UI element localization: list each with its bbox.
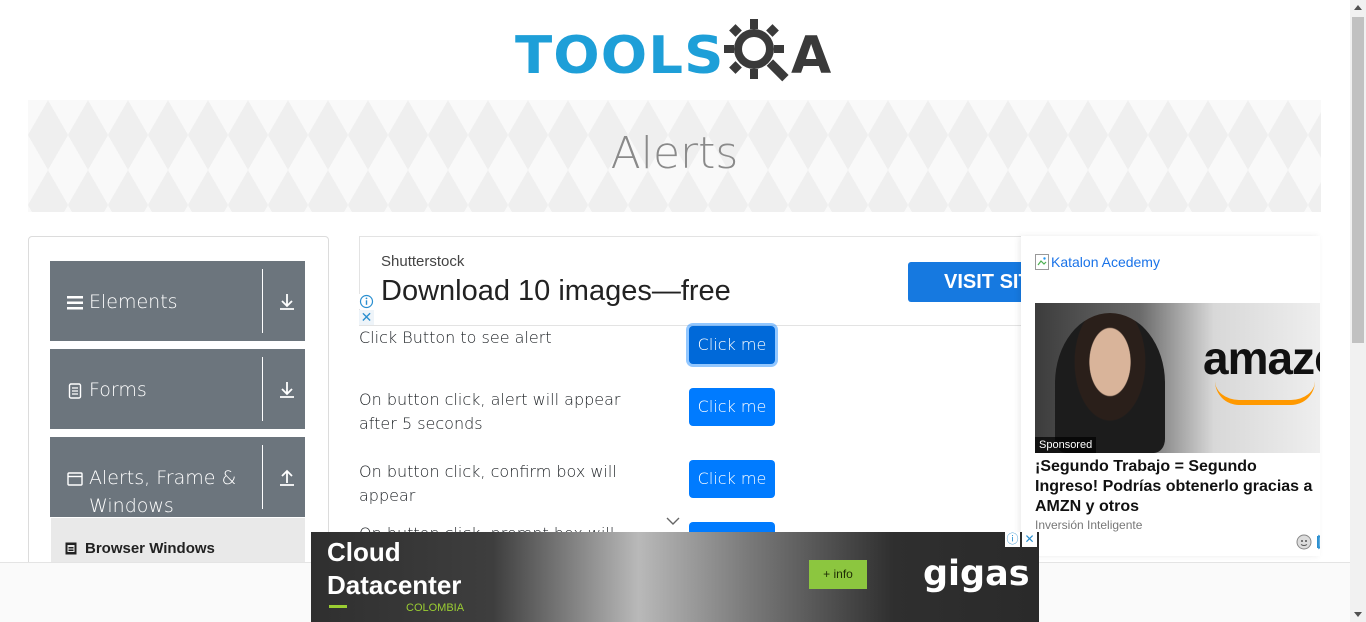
ad-brand-logo: gigas — [923, 554, 1030, 594]
ad-info-icon[interactable]: ⓘ — [1005, 532, 1020, 547]
document-icon — [68, 383, 82, 399]
image-brand-text: amazon — [1203, 332, 1320, 384]
sidebar-item-label: Browser Windows — [85, 540, 215, 557]
ad-brand: Shutterstock — [381, 253, 465, 270]
scrollbar-thumb[interactable] — [1352, 17, 1364, 343]
broken-image-icon — [1035, 254, 1049, 270]
ad-headline: Download 10 images—free — [381, 275, 731, 307]
confirm-button[interactable]: Click me — [689, 460, 775, 498]
top-ad-banner[interactable]: Shutterstock Download 10 images—free VIS… — [359, 236, 1021, 326]
ad-info-icon[interactable] — [359, 294, 374, 309]
ad-choices-icon[interactable] — [1316, 534, 1320, 550]
download-arrow-icon[interactable] — [278, 293, 296, 311]
ad-choices-face-icon[interactable] — [1296, 534, 1312, 550]
ad-footer-icons — [1296, 534, 1320, 550]
broken-image-link[interactable]: Katalon Acedemy — [1035, 254, 1160, 270]
ad-country: COLOMBIA — [406, 602, 465, 614]
page-title: Alerts — [610, 128, 739, 179]
person-photo — [1055, 313, 1165, 453]
divider — [262, 445, 263, 509]
logo-suffix: A — [791, 26, 832, 86]
browser-icon — [65, 542, 77, 555]
ad-headline-line1: Cloud — [327, 537, 401, 567]
divider — [262, 269, 263, 333]
sponsored-label: Sponsored — [1035, 437, 1097, 453]
sidebar-group-label: Elements — [89, 291, 178, 313]
sidebar-item-browser-windows[interactable]: Browser Windows — [65, 540, 215, 557]
ad-close-icon[interactable]: ✕ — [1022, 532, 1037, 547]
ad-controls: ⓘ ✕ — [1005, 532, 1037, 547]
hamburger-icon — [67, 296, 83, 310]
bottom-ad-banner[interactable]: Cloud Datacenter COLOMBIA + info gigas ⓘ… — [311, 532, 1039, 622]
window-icon — [67, 472, 83, 486]
scroll-down-arrow-icon[interactable] — [1354, 612, 1362, 617]
alert-button[interactable]: Click me — [689, 326, 775, 364]
ad-image[interactable]: amazon Sponsored — [1035, 303, 1320, 453]
sidebar-group-label: Alerts, Frame & Windows — [89, 467, 237, 517]
ad-headline: Cloud Datacenter — [327, 536, 461, 602]
ad-title-link[interactable]: ¡Segundo Trabajo = Segundo Ingreso! Podr… — [1035, 457, 1315, 517]
image-alt-text: Katalon Acedemy — [1051, 254, 1160, 270]
ad-source: Inversión Inteligente — [1035, 518, 1143, 532]
sidebar-group-alerts-frame-windows[interactable]: Alerts, Frame & Windows — [50, 437, 305, 517]
left-sidebar: Elements Forms Alerts, Frame & Windows B… — [28, 236, 329, 576]
scroll-up-arrow-icon[interactable] — [1354, 5, 1362, 10]
sidebar-group-label: Forms — [89, 379, 147, 401]
ad-headline-line2: Datacenter — [327, 570, 462, 600]
toolsqa-logo[interactable]: TOOLS A — [515, 16, 840, 91]
page-banner: Alerts — [28, 100, 1321, 212]
vertical-scrollbar[interactable] — [1350, 0, 1366, 622]
confirm-row-label: On button click, confirm box will appear — [359, 462, 617, 505]
right-sponsored-ad[interactable]: Katalon Acedemy amazon Sponsored ¡Segund… — [1021, 236, 1320, 556]
logo-text: TOOLS — [515, 26, 725, 86]
sidebar-group-elements[interactable]: Elements — [50, 261, 305, 341]
gear-magnifier-icon — [724, 19, 789, 82]
visit-site-button[interactable]: VISIT SITE — [908, 262, 1021, 302]
timer-alert-row-label: On button click, alert will appear after… — [359, 390, 621, 433]
sidebar-group-forms[interactable]: Forms — [50, 349, 305, 429]
amazon-smile-icon — [1215, 381, 1315, 405]
more-info-button[interactable]: + info — [809, 560, 867, 589]
accent-bar — [329, 605, 347, 608]
chevron-down-icon[interactable] — [666, 516, 680, 526]
ad-close-icon[interactable]: ✕ — [359, 310, 374, 325]
timer-alert-button[interactable]: Click me — [689, 388, 775, 426]
upload-arrow-icon[interactable] — [278, 469, 296, 487]
download-arrow-icon[interactable] — [278, 381, 296, 399]
alert-row-label: Click Button to see alert — [359, 328, 552, 347]
divider — [262, 357, 263, 421]
